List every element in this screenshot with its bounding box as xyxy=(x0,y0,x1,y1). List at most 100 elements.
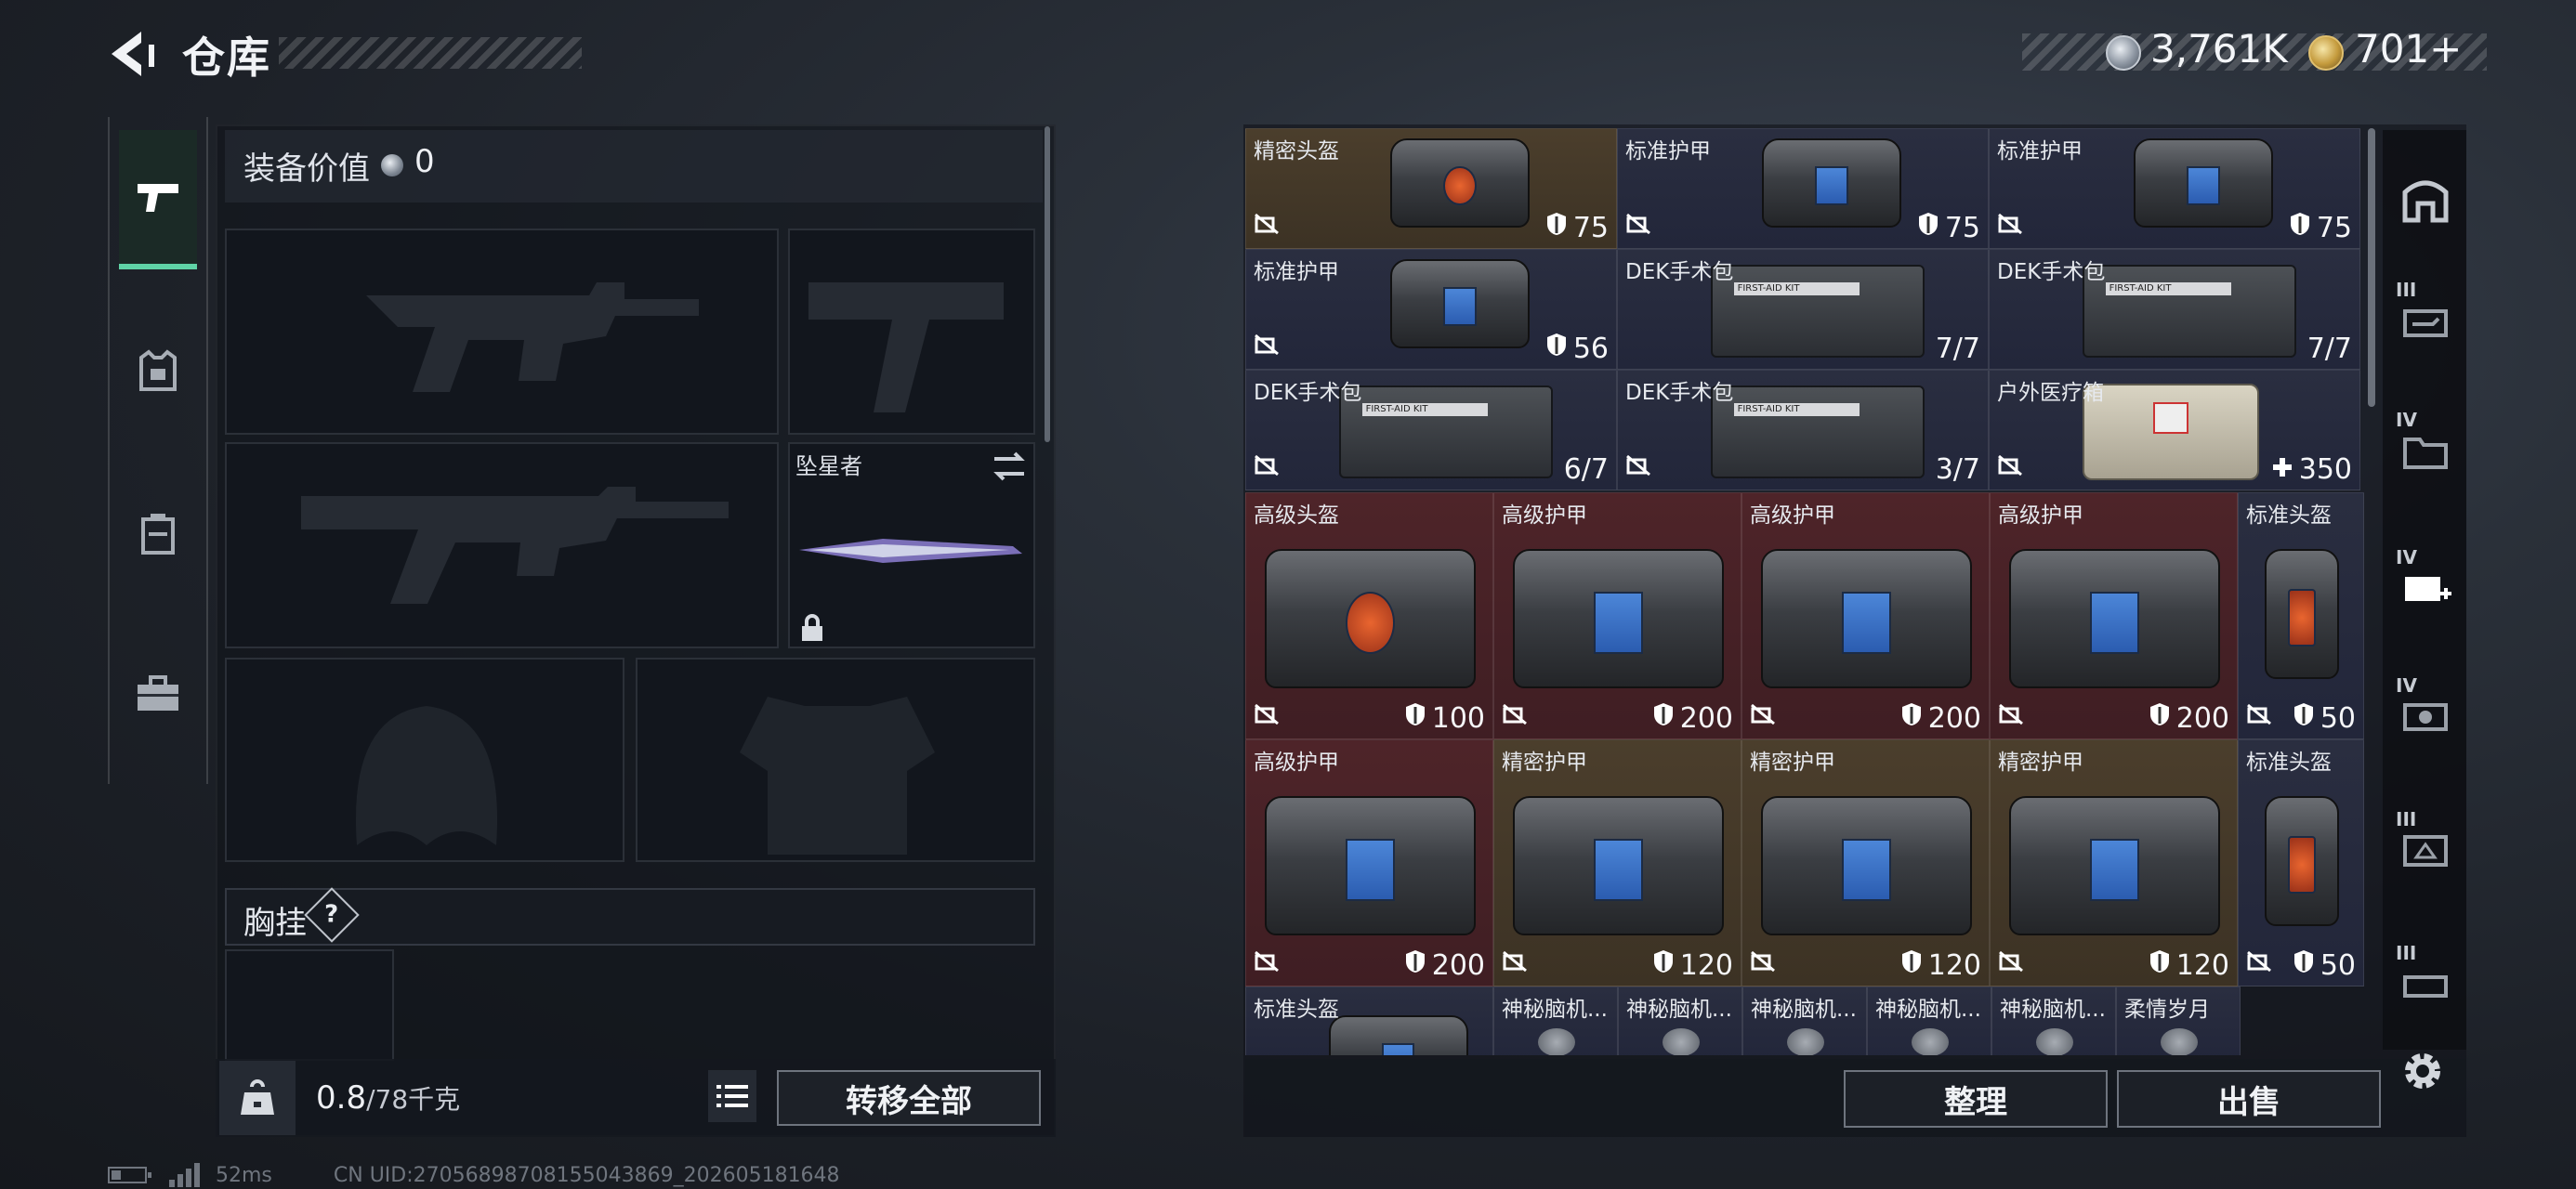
lock-icon xyxy=(799,613,825,647)
inventory-item[interactable]: 柔情岁月 xyxy=(2116,986,2241,1055)
ping: 52ms xyxy=(216,1163,272,1187)
item-name: DEK手术包 xyxy=(1625,381,1734,405)
item-value-number: 350 xyxy=(2298,453,2352,486)
shield-icon xyxy=(1545,211,1568,244)
tab-backpack[interactable] xyxy=(119,464,197,604)
inventory-item[interactable]: 标准头盔 xyxy=(1245,986,1493,1055)
inventory-item[interactable]: 标准护甲 75 xyxy=(1989,128,2360,249)
inventory-item[interactable]: 高级护甲 200 xyxy=(1493,492,1741,739)
tab-case[interactable] xyxy=(119,624,197,764)
swap-icon[interactable] xyxy=(991,450,1028,487)
shield-icon xyxy=(1545,332,1568,365)
settings-gear-icon[interactable] xyxy=(2398,1046,2448,1100)
shield-icon xyxy=(2149,948,2171,982)
tab-tier3-weapons[interactable]: III xyxy=(2390,269,2461,372)
inventory-item[interactable]: 标准头盔 50 xyxy=(2238,492,2364,739)
rifle-silhouette-icon xyxy=(301,487,729,604)
inventory-item[interactable]: 标准头盔 50 xyxy=(2238,739,2364,986)
inventory-item[interactable]: 神秘脑机... xyxy=(1991,986,2116,1055)
scrollbar[interactable] xyxy=(1045,126,1050,442)
item-value: 50 xyxy=(2293,948,2356,982)
inventory-item[interactable]: 户外医疗箱 350 xyxy=(1989,370,2360,490)
tab-tier3-armor[interactable]: III xyxy=(2390,799,2461,901)
back-button[interactable] xyxy=(104,26,167,82)
unmarked-icon xyxy=(1254,333,1280,359)
tab-tier4-folder[interactable]: IV xyxy=(2390,399,2461,502)
sort-button[interactable]: 整理 xyxy=(1844,1070,2108,1128)
inventory-item[interactable]: 精密护甲 120 xyxy=(1990,739,2238,986)
inventory-item[interactable]: 高级护甲 200 xyxy=(1990,492,2238,739)
unmarked-icon xyxy=(1254,950,1280,976)
tab-weapons[interactable] xyxy=(119,130,197,269)
item-value: 75 xyxy=(2289,211,2352,244)
shield-icon xyxy=(1652,701,1675,735)
gold-currency-amount[interactable]: 701+ xyxy=(2355,26,2462,72)
inventory-item[interactable]: 高级护甲 200 xyxy=(1245,739,1493,986)
item-name: 神秘脑机... xyxy=(1626,998,1732,1022)
shield-icon xyxy=(2293,948,2315,982)
helmet-slot[interactable] xyxy=(225,658,624,862)
item-name: 神秘脑机... xyxy=(1751,998,1857,1022)
silver-currency-amount: 3,761K xyxy=(2150,26,2288,72)
item-value-number: 56 xyxy=(1572,332,1609,365)
unmarked-icon xyxy=(1625,213,1651,239)
secondary-weapon-slot[interactable] xyxy=(225,442,779,648)
misc-case-icon xyxy=(2403,975,2448,998)
gear-bag-image xyxy=(2009,549,2220,688)
tab-tier3-misc[interactable]: III xyxy=(2390,933,2461,1035)
unmarked-icon xyxy=(1998,950,2024,976)
primary-weapon-slot[interactable] xyxy=(225,229,779,435)
inventory-item[interactable]: 标准护甲 56 xyxy=(1245,249,1617,370)
inventory-item[interactable]: 精密护甲 120 xyxy=(1741,739,1990,986)
inventory-item[interactable]: DEK手术包 FIRST-AID KIT 7/7 xyxy=(1617,249,1989,370)
device-icon xyxy=(2403,703,2448,731)
item-value-number: 6/7 xyxy=(1563,453,1609,486)
item-name: 高级护甲 xyxy=(1998,503,2083,528)
tab-all-items[interactable] xyxy=(2390,149,2461,251)
item-name: 神秘脑机... xyxy=(1502,998,1608,1022)
scrollbar[interactable] xyxy=(2368,128,2375,407)
inventory-item[interactable]: 精密护甲 120 xyxy=(1493,739,1741,986)
inventory-item[interactable]: 标准护甲 75 xyxy=(1617,128,1989,249)
item-value: 3/7 xyxy=(1936,453,1980,486)
chest-rig-slot[interactable] xyxy=(225,949,394,1061)
item-value-number: 200 xyxy=(1927,701,1981,735)
tab-tier4-device[interactable]: IV xyxy=(2390,665,2461,767)
helmet-image xyxy=(2265,796,2339,926)
unmarked-icon xyxy=(1254,454,1280,480)
inventory-item[interactable]: 高级头盔 100 xyxy=(1245,492,1493,739)
item-value: 200 xyxy=(2149,701,2229,735)
item-name: 标准护甲 xyxy=(1997,139,2083,163)
inventory-item[interactable]: 高级护甲 200 xyxy=(1741,492,1990,739)
sell-button[interactable]: 出售 xyxy=(2117,1070,2381,1128)
inventory-item[interactable]: 神秘脑机... xyxy=(1618,986,1742,1055)
body-armor-slot[interactable] xyxy=(636,658,1035,862)
pistol-slot[interactable] xyxy=(788,229,1035,435)
gear-bag-image xyxy=(2134,138,2273,228)
silver-coin-icon xyxy=(381,154,403,176)
transfer-all-button[interactable]: 转移全部 xyxy=(777,1070,1041,1126)
inventory-item[interactable]: 神秘脑机... xyxy=(1493,986,1618,1055)
tier-label: IV xyxy=(2396,674,2417,697)
unmarked-icon xyxy=(1254,213,1280,239)
inventory-item[interactable]: DEK手术包 FIRST-AID KIT 7/7 xyxy=(1989,249,2360,370)
tab-tier4-medical[interactable]: IV xyxy=(2390,537,2461,639)
inventory-item[interactable]: DEK手术包 FIRST-AID KIT 6/7 xyxy=(1245,370,1617,490)
inventory-item[interactable]: 精密头盔 75 xyxy=(1245,128,1617,249)
title-decoration xyxy=(279,37,582,69)
armor-silhouette-icon xyxy=(740,697,935,855)
briefcase-icon xyxy=(138,675,178,711)
inventory-item[interactable]: DEK手术包 FIRST-AID KIT 3/7 xyxy=(1617,370,1989,490)
gear-bag-image xyxy=(1265,796,1476,935)
chip-image xyxy=(1538,1028,1575,1055)
item-name: DEK手术包 xyxy=(1997,260,2106,284)
tab-armor[interactable] xyxy=(119,301,197,440)
unmarked-icon xyxy=(1998,703,2024,729)
list-view-button[interactable] xyxy=(708,1070,756,1122)
item-value-number: 200 xyxy=(1431,948,1485,982)
inventory-item[interactable]: 神秘脑机... xyxy=(1742,986,1867,1055)
inventory-item[interactable]: 神秘脑机... xyxy=(1867,986,1991,1055)
user-id: CN UID:27056898708155043869_202605181648 xyxy=(333,1163,840,1187)
item-value-number: 7/7 xyxy=(2307,333,2352,365)
item-name: 标准头盔 xyxy=(1254,998,1339,1022)
